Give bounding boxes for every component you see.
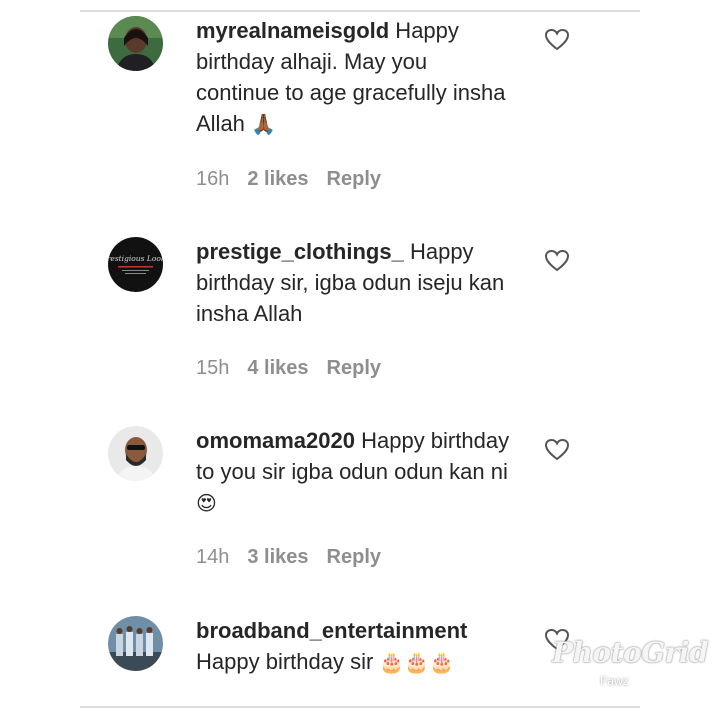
photogrid-watermark: PhotoGrid xyxy=(552,636,709,669)
comment-text: broadband_entertainment Happy birthday s… xyxy=(196,615,516,678)
likes-count[interactable]: 3 likes xyxy=(247,546,308,568)
comment-username[interactable]: broadband_entertainment xyxy=(196,618,467,643)
like-heart-icon[interactable] xyxy=(544,28,570,52)
avatar[interactable]: Prestigious Looks xyxy=(108,237,163,292)
comment-time: 15h xyxy=(196,357,230,379)
like-heart-icon[interactable] xyxy=(544,438,570,462)
avatar[interactable] xyxy=(108,616,163,671)
comment-meta: 16h 2 likes Reply xyxy=(196,168,399,191)
comment-meta: 15h 4 likes Reply xyxy=(196,357,399,380)
comment-time: 14h xyxy=(196,546,230,568)
likes-count[interactable]: 4 likes xyxy=(247,357,308,379)
comment-username[interactable]: omomama2020 xyxy=(196,428,355,453)
comment-body: Happy birthday sir xyxy=(196,649,380,674)
likes-count[interactable]: 2 likes xyxy=(247,168,308,190)
reply-button[interactable]: Reply xyxy=(327,168,381,190)
comment-time: 16h xyxy=(196,168,230,190)
comment-meta: 14h 3 likes Reply xyxy=(196,546,399,569)
avatar[interactable] xyxy=(108,426,163,481)
reply-button[interactable]: Reply xyxy=(327,357,381,379)
reply-button[interactable]: Reply xyxy=(327,546,381,568)
brand-logo-icon: Prestigious Looks xyxy=(108,237,163,292)
like-heart-icon[interactable] xyxy=(544,249,570,273)
bottom-divider xyxy=(80,706,640,708)
watermark-subtext: Fawz xyxy=(600,674,629,688)
woman-portrait-icon xyxy=(108,16,163,71)
comment-text: prestige_clothings_ Happy birthday sir, … xyxy=(196,236,516,329)
comment-username[interactable]: prestige_clothings_ xyxy=(196,239,404,264)
folded-hands-emoji: 🙏🏾 xyxy=(251,112,276,136)
avatar[interactable] xyxy=(108,16,163,71)
birthday-cake-emoji: 🎂🎂🎂 xyxy=(379,650,455,674)
comment-username[interactable]: myrealnameisgold xyxy=(196,18,389,43)
comment-text: omomama2020 Happy birthday to you sir ig… xyxy=(196,425,516,519)
top-divider xyxy=(80,10,640,12)
man-with-sunglasses-icon xyxy=(108,426,163,481)
heart-eyes-emoji: 😍 xyxy=(196,491,217,515)
brand-logo-text: Prestigious Looks xyxy=(108,254,163,263)
comment-text: myrealnameisgold Happy birthday alhaji. … xyxy=(196,15,516,140)
group-photo-icon xyxy=(108,616,163,671)
